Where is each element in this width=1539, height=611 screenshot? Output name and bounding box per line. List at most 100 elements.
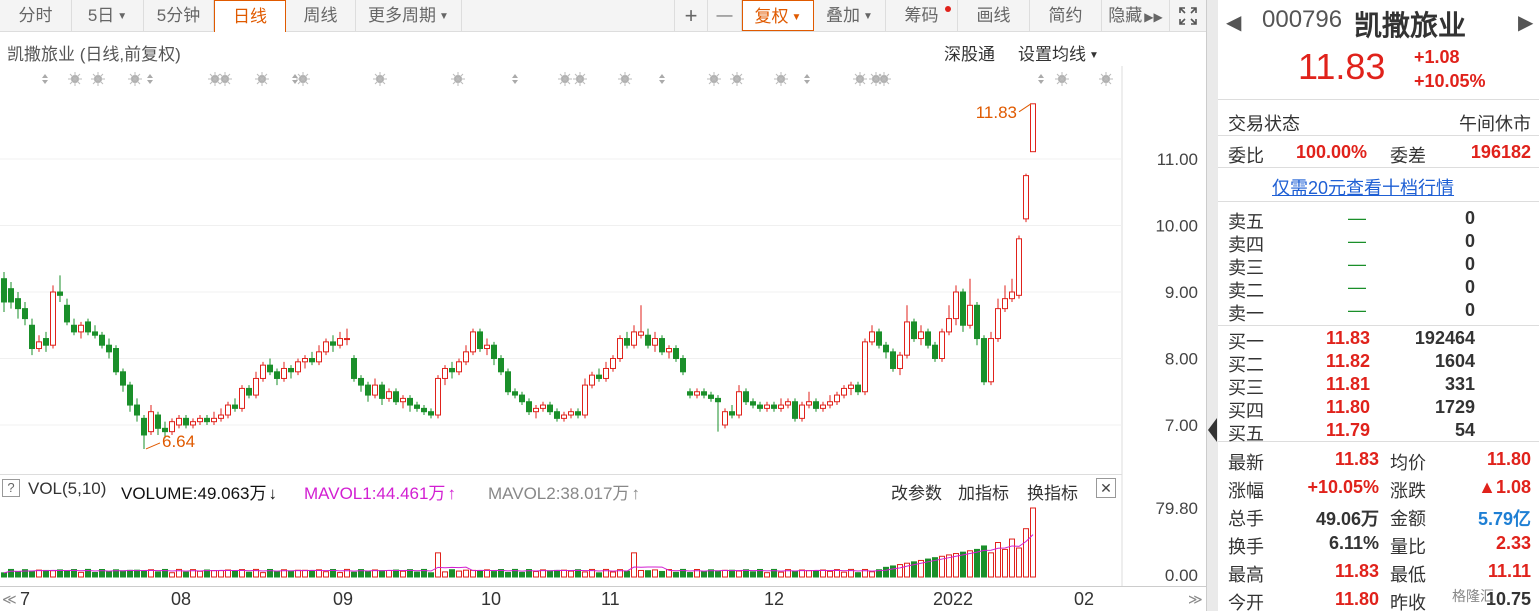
panel-splitter[interactable] (1206, 0, 1218, 611)
zoom-in-button[interactable]: + (674, 0, 708, 31)
candle (365, 381, 371, 402)
candle-body (260, 364, 266, 379)
candle-body (379, 384, 385, 399)
candle-body (1030, 103, 1036, 153)
tab-5min[interactable]: 5分钟 (144, 0, 214, 31)
candle (176, 415, 182, 429)
set-ma-dropdown[interactable]: 设置均线 ▼ (1018, 40, 1099, 65)
candle-body (477, 331, 483, 350)
candle-body (743, 391, 749, 403)
event-dot-icon (128, 72, 142, 86)
add-indicator-button[interactable]: 加指标 (958, 479, 1009, 504)
candle (883, 341, 889, 359)
last-price: 11.83 (1298, 46, 1386, 87)
candle (876, 328, 882, 349)
candle-body (1016, 238, 1022, 296)
volume-bar (414, 571, 420, 578)
candle (337, 331, 343, 349)
candle (1009, 278, 1015, 302)
candle-body (309, 358, 315, 363)
tab-fenshi[interactable]: 分时 (0, 0, 72, 31)
event-dot-icon (774, 72, 788, 86)
zoom-out-button[interactable]: — (708, 0, 742, 31)
volume-bar (323, 571, 329, 578)
candle (22, 301, 28, 326)
candle-body (953, 291, 959, 320)
level-price: — (1348, 254, 1366, 274)
volume-bar (302, 569, 308, 578)
chips-button[interactable]: 筹码 (886, 0, 958, 31)
volume-bar (50, 570, 56, 578)
candle (414, 401, 420, 412)
x-tick: 09 (333, 589, 354, 609)
candle (225, 401, 231, 419)
candle-body (911, 321, 917, 340)
candle-body (190, 421, 196, 426)
scroll-left-icon[interactable]: ≪ (2, 591, 17, 608)
candle-body (855, 384, 861, 393)
stats-row: 最新 11.83 均价 11.80 (1218, 446, 1539, 474)
volume-bar (701, 571, 707, 578)
close-indicator-button[interactable]: ✕ (1096, 478, 1116, 498)
candle (855, 381, 861, 396)
candle (470, 328, 476, 356)
tab-daily[interactable]: 日线 (214, 0, 286, 32)
event-dot-icon (877, 72, 891, 86)
volume-bar (652, 569, 658, 578)
simple-mode-button[interactable]: 简约 (1030, 0, 1102, 31)
overlay-dropdown[interactable]: 叠加 ▼ (814, 0, 886, 31)
candle-body (29, 324, 35, 350)
draw-line-button[interactable]: 画线 (958, 0, 1030, 31)
volume-bar (722, 569, 728, 578)
stat-label: 最低 (1390, 565, 1426, 585)
level-volume: 0 (1464, 231, 1475, 251)
collapse-left-icon[interactable] (1208, 418, 1217, 442)
next-stock-icon[interactable]: ▶ (1518, 10, 1533, 35)
scroll-right-icon[interactable]: ≫ (1188, 591, 1203, 608)
candle (778, 398, 784, 412)
candle (939, 328, 945, 362)
fullscreen-button[interactable] (1170, 0, 1206, 31)
candle-body (848, 384, 854, 389)
stat-label: 最高 (1228, 565, 1264, 585)
notification-dot-icon (945, 6, 951, 12)
candle (309, 351, 315, 366)
volume-bar (428, 572, 434, 578)
candle-body (575, 411, 581, 416)
minus-icon: — (716, 7, 733, 24)
candle-body (771, 404, 777, 409)
shenzhen-connect-link[interactable]: 深股通 (944, 40, 995, 65)
help-icon[interactable]: ? (2, 479, 20, 497)
candle-body (1002, 298, 1008, 310)
candle-body (253, 377, 259, 396)
tab-weekly[interactable]: 周线 (286, 0, 356, 31)
candle (918, 325, 924, 346)
candle-body (925, 331, 931, 346)
edit-params-button[interactable]: 改参数 (891, 479, 942, 504)
level-label: 卖一 (1228, 304, 1264, 324)
candle-body (974, 304, 980, 340)
candle (239, 385, 245, 412)
volume-bar (638, 569, 644, 578)
candle (974, 301, 980, 346)
orderbook-row: 买五 11.79 54 (1218, 419, 1539, 444)
fuquan-dropdown[interactable]: 复权 ▼ (742, 0, 814, 31)
arrow-updown-shape (512, 74, 518, 84)
candle-body (918, 331, 924, 340)
candle (540, 401, 546, 412)
hide-button[interactable]: 隐藏 ▶▶ (1102, 0, 1170, 31)
volume-bar (477, 570, 483, 578)
prev-stock-icon[interactable]: ◀ (1226, 10, 1241, 35)
candle-body (365, 384, 371, 396)
volume-bar (715, 570, 721, 578)
candle (806, 391, 812, 409)
tab-more-periods[interactable]: 更多周期 ▼ (356, 0, 462, 31)
candle-body (554, 411, 560, 419)
stats-row: 最高 11.83 最低 11.11 (1218, 558, 1539, 586)
tab-5day[interactable]: 5日 ▼ (72, 0, 144, 31)
level-volume: 0 (1464, 208, 1475, 228)
level2-promo-link[interactable]: 仅需20元查看十档行情 (1272, 174, 1454, 200)
kline-chart[interactable]: 11.83 6.64 11.00 10.00 9.00 8.00 7.00 79.80 0.… (0, 66, 1206, 586)
candle (680, 355, 686, 376)
switch-indicator-button[interactable]: 换指标 (1027, 479, 1078, 504)
